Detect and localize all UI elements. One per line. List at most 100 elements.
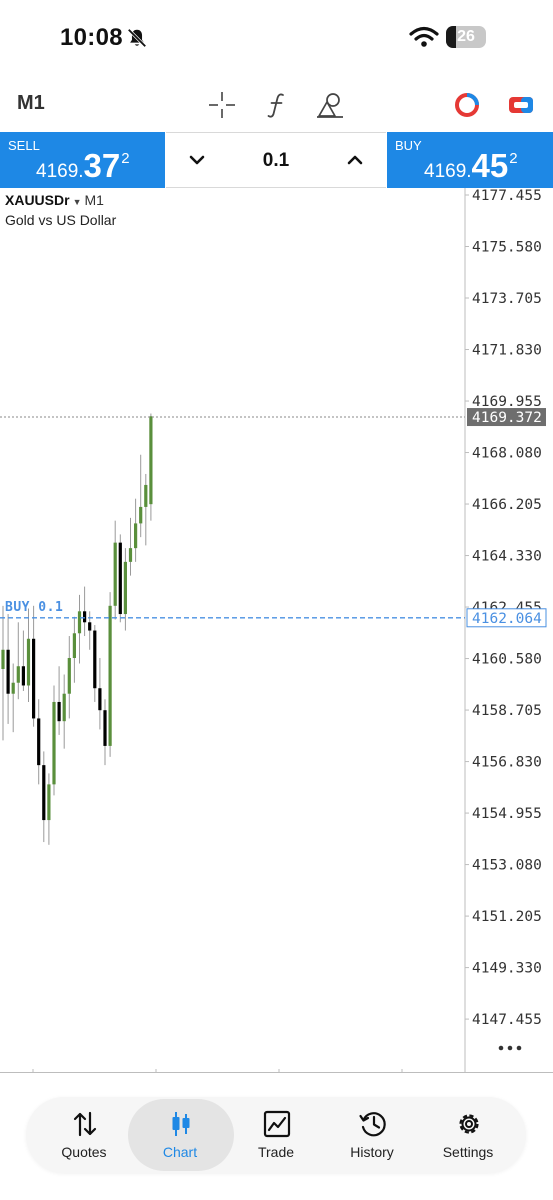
symbol-info[interactable]: XAUUSDr ▼ M1	[5, 192, 104, 208]
buy-price-sup: 2	[509, 150, 518, 167]
sell-price-sup: 2	[121, 150, 130, 167]
bell-muted-icon	[127, 28, 147, 48]
nav-quotes[interactable]: Quotes	[34, 1097, 134, 1173]
trade-panel-icon[interactable]	[506, 90, 536, 120]
y-tick-label: 4147.455	[472, 1012, 542, 1028]
candle-body	[88, 622, 92, 631]
current-price-label: 4169.372	[472, 410, 542, 426]
candle-body	[98, 688, 102, 711]
indicators-icon[interactable]	[262, 90, 292, 120]
candle-body	[57, 701, 61, 722]
candle-body	[128, 548, 133, 562]
y-tick-label: 4171.830	[472, 343, 542, 359]
buy-label: BUY	[395, 138, 422, 153]
volume-selector: 0.1	[166, 132, 386, 188]
y-tick-label: 4151.205	[472, 909, 542, 925]
candle-body	[139, 506, 143, 524]
candle-body	[123, 561, 127, 615]
nav-chart-label: Chart	[162, 1144, 198, 1160]
candle-body	[32, 638, 36, 719]
candle-body	[26, 638, 31, 686]
candle-body	[47, 784, 51, 821]
candlestick-chart[interactable]: 4177.455 4175.580 4173.705 4171.830 4169.955…	[0, 188, 553, 1073]
y-tick-label: 4149.330	[472, 961, 542, 977]
gear-icon	[459, 1114, 479, 1134]
candle-body	[16, 666, 20, 683]
nav-quotes-label: Quotes	[61, 1144, 107, 1160]
y-tick-label: 4160.580	[472, 652, 542, 668]
buy-button[interactable]: BUY 4169.452	[387, 132, 553, 188]
status-time: 10:08	[60, 24, 123, 51]
increase-volume-button[interactable]	[340, 145, 370, 175]
nav-trade-label: Trade	[257, 1144, 295, 1160]
candle-body	[77, 611, 82, 634]
candle-body	[62, 693, 66, 722]
buy-price: 4169.452	[424, 147, 518, 185]
trade-icon	[263, 1110, 291, 1138]
candle-body	[118, 542, 122, 615]
candle-body	[134, 523, 138, 549]
chart-candles-icon	[172, 1112, 190, 1136]
history-icon	[359, 1112, 386, 1137]
candle-body	[37, 718, 41, 766]
order-price-label: 4162.064	[472, 611, 542, 627]
y-tick-label: 4177.455	[472, 188, 542, 204]
candle-body	[108, 605, 112, 746]
candle-body	[1, 649, 5, 669]
buy-price-big: 45	[471, 147, 509, 184]
candle-body	[67, 658, 71, 694]
y-tick-label: 4153.080	[472, 858, 542, 874]
nav-history[interactable]: History	[322, 1097, 422, 1173]
objects-icon[interactable]	[315, 90, 345, 120]
quotes-icon	[73, 1111, 97, 1137]
symbol-timeframe: M1	[84, 192, 104, 208]
y-tick-label: 4173.705	[472, 291, 542, 307]
y-tick-label: 4175.580	[472, 240, 542, 256]
y-tick-label: 4169.955	[472, 394, 542, 410]
nav-settings[interactable]: Settings	[418, 1097, 518, 1173]
candle-body	[103, 710, 107, 746]
nav-chart[interactable]: Chart	[128, 1097, 234, 1173]
candle-body	[144, 484, 148, 507]
sell-price: 4169.372	[36, 147, 130, 185]
candle-body	[113, 542, 117, 606]
sell-button[interactable]: SELL 4169.372	[0, 132, 165, 188]
y-tick-label: 4158.705	[472, 703, 542, 719]
sell-price-small: 4169.	[36, 161, 84, 182]
nav-trade[interactable]: Trade	[226, 1097, 326, 1173]
y-tick-label: 4166.205	[472, 497, 542, 513]
y-tick-label: 4168.080	[472, 446, 542, 462]
crosshair-icon[interactable]	[207, 90, 237, 120]
y-tick-label: 4154.955	[472, 806, 542, 822]
symbol-name: XAUUSDr	[5, 192, 70, 208]
one-click-trade-panel: SELL 4169.372 0.1 BUY 4169.452	[0, 132, 553, 188]
battery-level: 26	[457, 28, 475, 45]
candle-body	[72, 633, 76, 659]
more-options-icon[interactable]	[498, 1044, 522, 1052]
nav-history-label: History	[350, 1144, 394, 1160]
battery-indicator: 26	[446, 26, 486, 48]
bottom-navigation: Quotes Chart Trade History Settings	[26, 1097, 526, 1173]
candle-body	[83, 611, 87, 623]
candle-body	[6, 649, 10, 694]
candle-body	[21, 666, 25, 686]
candle-body	[11, 682, 15, 694]
candle-body	[93, 630, 97, 689]
symbol-description: Gold vs US Dollar	[5, 212, 117, 228]
price-chart[interactable]: 4177.455 4175.580 4173.705 4171.830 4169.955…	[0, 188, 553, 1073]
candle-body	[149, 416, 153, 505]
wifi-icon	[409, 26, 439, 47]
nav-settings-label: Settings	[442, 1144, 494, 1160]
candle-body	[52, 701, 56, 785]
symbol-caret-icon: ▼	[72, 197, 82, 207]
status-bar: 10:08 26	[0, 0, 553, 78]
buy-price-small: 4169.	[424, 161, 472, 182]
sell-price-big: 37	[83, 147, 121, 184]
one-click-trading-icon[interactable]	[452, 90, 482, 120]
chart-toolbar: M1	[0, 80, 553, 130]
timeframe-selector[interactable]: M1	[17, 92, 45, 115]
y-tick-label: 4156.830	[472, 755, 542, 771]
y-tick-label: 4164.330	[472, 549, 542, 565]
candle-body	[42, 765, 46, 821]
order-line-label[interactable]: BUY 0.1	[5, 600, 63, 615]
